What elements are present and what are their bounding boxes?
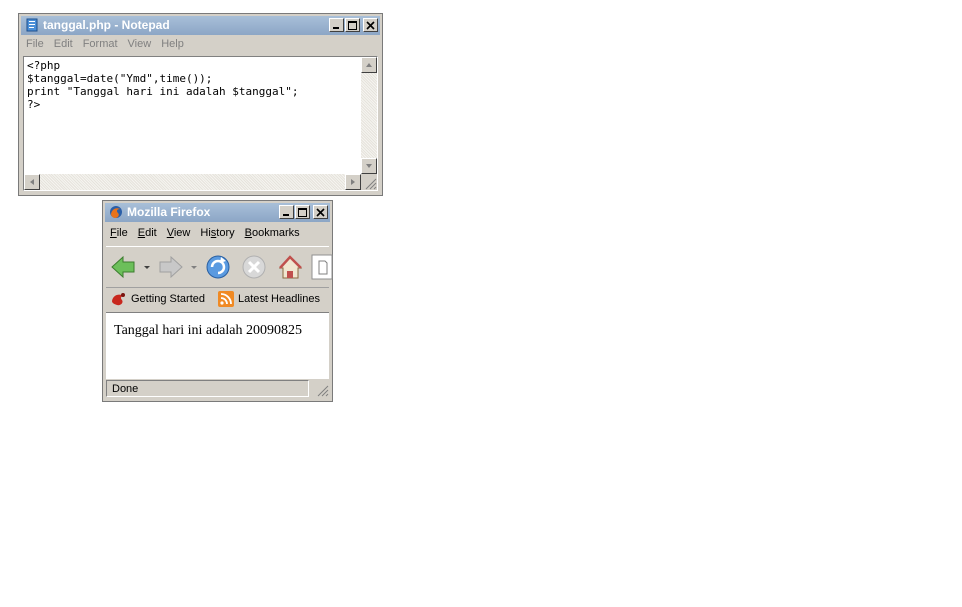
maximize-icon <box>348 21 357 30</box>
menu-history-prefix: Hi <box>200 227 211 239</box>
firefox-bookmark-icon <box>112 293 125 306</box>
menu-history-suffix: tory <box>216 227 235 239</box>
menu-view[interactable]: View <box>162 227 196 243</box>
notepad-text-area[interactable]: <?php $tanggal=date("Ymd",time()); print… <box>23 56 378 191</box>
scroll-left-button[interactable] <box>24 174 40 190</box>
page-icon <box>311 254 333 280</box>
status-bar: Done <box>106 379 329 398</box>
page-content: Tanggal hari ini adalah 20090825 <box>106 312 329 379</box>
vertical-scrollbar[interactable] <box>361 57 377 174</box>
back-arrow-icon <box>111 255 135 279</box>
menu-format[interactable]: Format <box>78 38 123 54</box>
close-icon <box>366 21 375 30</box>
reload-icon <box>206 255 230 279</box>
menu-access-key: F <box>110 227 117 239</box>
menu-view-label: iew <box>173 227 191 239</box>
bookmarks-toolbar: Getting Started Latest Headlines <box>106 288 329 310</box>
menu-file[interactable]: File <box>105 227 133 243</box>
menu-file[interactable]: File <box>21 38 49 54</box>
rss-feed-icon <box>218 291 234 307</box>
notepad-app-icon <box>26 18 38 32</box>
menu-history[interactable]: History <box>195 227 239 243</box>
menu-bookmarks-label: ookmarks <box>251 227 300 239</box>
menu-access-key: E <box>137 227 146 239</box>
home-button[interactable] <box>278 255 303 279</box>
scroll-up-button[interactable] <box>361 57 377 73</box>
back-history-dropdown-icon[interactable] <box>144 266 150 269</box>
bookmark-label: Latest Headlines <box>238 293 320 305</box>
horizontal-scrollbar[interactable] <box>24 174 361 190</box>
new-page-button[interactable] <box>311 254 333 280</box>
menu-edit[interactable]: Edit <box>49 38 78 54</box>
menu-bookmarks[interactable]: Bookmarks <box>240 227 305 243</box>
menu-file-label: ile <box>116 227 128 239</box>
stop-button[interactable] <box>242 255 266 279</box>
forward-button[interactable] <box>159 255 183 279</box>
menu-edit-label: dit <box>145 227 157 239</box>
status-text: Done <box>106 380 309 397</box>
bookmark-getting-started[interactable]: Getting Started <box>111 291 205 307</box>
menu-access-key: B <box>244 227 252 239</box>
firefox-menubar: File Edit View History Bookmarks <box>105 227 330 243</box>
maximize-button[interactable] <box>295 205 310 219</box>
forward-arrow-icon <box>159 255 183 279</box>
menu-access-key: V <box>166 227 174 239</box>
notepad-menubar: File Edit Format View Help <box>21 38 380 54</box>
minimize-icon <box>283 214 289 216</box>
close-button[interactable] <box>363 18 378 32</box>
resize-grip[interactable] <box>361 174 377 190</box>
firefox-titlebar[interactable]: Mozilla Firefox <box>105 203 330 222</box>
page-text: Tanggal hari ini adalah 20090825 <box>114 323 302 338</box>
arrow-right-icon <box>351 179 355 185</box>
arrow-up-icon <box>366 63 372 67</box>
menu-help[interactable]: Help <box>156 38 189 54</box>
menu-edit[interactable]: Edit <box>133 227 162 243</box>
close-icon <box>316 208 325 217</box>
bookmark-latest-headlines[interactable]: Latest Headlines <box>218 291 320 307</box>
resize-grip-icon[interactable] <box>313 381 329 397</box>
minimize-button[interactable] <box>329 18 344 32</box>
notepad-window: tanggal.php - Notepad File Edit Format V… <box>18 13 383 196</box>
firefox-window: Mozilla Firefox File Edit View History B… <box>102 200 333 402</box>
maximize-button[interactable] <box>345 18 360 32</box>
minimize-button[interactable] <box>279 205 294 219</box>
resize-grip-icon <box>365 178 377 190</box>
scroll-right-button[interactable] <box>345 174 361 190</box>
arrow-left-icon <box>30 179 34 185</box>
notepad-title: tanggal.php - Notepad <box>43 18 170 32</box>
reload-button[interactable] <box>206 255 230 279</box>
bookmark-label: Getting Started <box>131 293 205 305</box>
maximize-icon <box>298 208 307 217</box>
arrow-down-icon <box>366 164 372 168</box>
minimize-icon <box>333 27 339 29</box>
firefox-app-icon <box>110 206 122 218</box>
forward-history-dropdown-icon[interactable] <box>191 266 197 269</box>
back-button[interactable] <box>111 255 135 279</box>
navigation-toolbar <box>106 246 333 288</box>
close-button[interactable] <box>313 205 328 219</box>
notepad-content: <?php $tanggal=date("Ymd",time()); print… <box>27 59 299 111</box>
notepad-titlebar[interactable]: tanggal.php - Notepad <box>21 16 380 35</box>
firefox-title: Mozilla Firefox <box>127 205 211 219</box>
menu-view[interactable]: View <box>123 38 157 54</box>
scroll-down-button[interactable] <box>361 158 377 174</box>
